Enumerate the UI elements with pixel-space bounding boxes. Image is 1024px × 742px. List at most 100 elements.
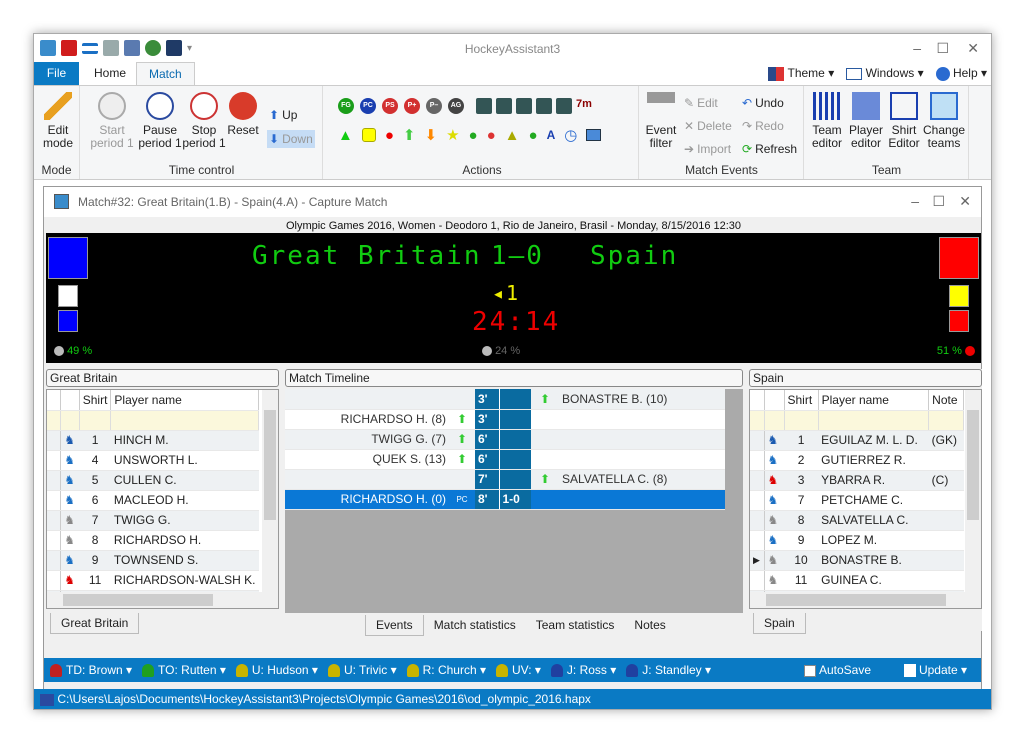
- player-row[interactable]: ♞ 9 LOPEZ M.: [750, 530, 964, 551]
- row-selector[interactable]: [750, 510, 765, 531]
- star-icon[interactable]: ★: [446, 126, 459, 144]
- timeline-row[interactable]: 7' ⬆ SALVATELLA C. (8): [285, 469, 725, 490]
- home-player-grid[interactable]: Shirt Player name ♞ 1 HINCH M. ♞ 4 UNSWORTH L. ♞…: [46, 389, 279, 609]
- help-menu[interactable]: Help ▾: [935, 66, 987, 81]
- player-row[interactable]: ♞ 3 YBARRA R. (C): [750, 470, 964, 491]
- sub-in-icon[interactable]: ⬆: [403, 126, 416, 144]
- pause-period-button[interactable]: Pause period 1: [137, 92, 183, 150]
- row-selector[interactable]: [47, 490, 62, 511]
- child-close-button[interactable]: ✕: [959, 193, 971, 210]
- official-dropdown[interactable]: R: Church ▾: [406, 663, 486, 678]
- action-pc-button[interactable]: PC: [360, 98, 376, 114]
- action-p-button[interactable]: P–: [426, 98, 442, 114]
- field-icon[interactable]: [536, 98, 552, 114]
- timeline-row[interactable]: 3' ⬆ BONASTRE B. (10): [285, 389, 725, 410]
- tab-home-team[interactable]: Great Britain: [50, 613, 140, 634]
- player-row[interactable]: ♞ 11 GUINEA C.: [750, 570, 964, 591]
- minimize-button[interactable]: –: [913, 40, 921, 56]
- seven-m-button[interactable]: 7m: [576, 98, 592, 110]
- row-selector[interactable]: [47, 450, 62, 471]
- autosave-checkbox[interactable]: AutoSave: [804, 658, 871, 682]
- warning-icon[interactable]: ▲: [505, 127, 520, 144]
- edit-mode-button[interactable]: Edit mode: [38, 92, 78, 150]
- official-dropdown[interactable]: TO: Rutten ▾: [142, 663, 226, 678]
- stick-icon[interactable]: [516, 98, 532, 114]
- timeline-row[interactable]: RICHARDSO H. (0) PC 8' 1-0: [285, 489, 725, 510]
- yellow-card-icon[interactable]: [361, 128, 376, 142]
- row-selector[interactable]: [750, 570, 765, 591]
- row-selector[interactable]: [750, 450, 765, 471]
- red-card-icon[interactable]: ●: [385, 127, 394, 144]
- player-row[interactable]: ▶ ♞ 10 BONASTRE B.: [750, 550, 964, 571]
- player-row[interactable]: ♞ 6 MACLEOD H.: [47, 490, 259, 511]
- column-header[interactable]: Shirt: [79, 390, 112, 411]
- theme-menu[interactable]: Theme ▾: [768, 66, 834, 81]
- action-fg-button[interactable]: FG: [338, 98, 354, 114]
- row-selector[interactable]: [47, 510, 62, 531]
- away-horizontal-scrollbar[interactable]: [750, 592, 967, 608]
- row-selector[interactable]: [750, 530, 765, 551]
- action-ag-button[interactable]: AG: [448, 98, 464, 114]
- clock-icon[interactable]: ◷: [564, 126, 577, 144]
- filter-row[interactable]: [750, 410, 964, 431]
- column-header[interactable]: Player name: [818, 390, 930, 411]
- official-dropdown[interactable]: TD: Brown ▾: [50, 663, 132, 678]
- refresh-button[interactable]: ⟳ Refresh: [742, 142, 797, 156]
- official-dropdown[interactable]: UV: ▾: [496, 663, 541, 678]
- official-dropdown[interactable]: J: Ross ▾: [550, 663, 616, 678]
- row-selector[interactable]: [47, 430, 62, 451]
- percent-icon[interactable]: ●: [529, 127, 538, 144]
- shirt-editor-button[interactable]: Shirt Editor: [885, 92, 923, 150]
- windows-menu[interactable]: Windows ▾: [846, 66, 924, 81]
- goal-mark-icon[interactable]: [476, 98, 492, 114]
- tab-notes[interactable]: Notes: [624, 615, 675, 636]
- row-selector[interactable]: [47, 570, 62, 591]
- row-selector[interactable]: [47, 550, 62, 571]
- check-icon[interactable]: ●: [469, 127, 478, 144]
- away-vertical-scrollbar[interactable]: [965, 390, 981, 608]
- official-dropdown[interactable]: U: Hudson ▾: [235, 663, 318, 678]
- action-ps-button[interactable]: PS: [382, 98, 398, 114]
- home-vertical-scrollbar[interactable]: [262, 390, 278, 608]
- home-horizontal-scrollbar[interactable]: [47, 592, 264, 608]
- row-selector[interactable]: [750, 430, 765, 451]
- row-selector[interactable]: ▶: [750, 550, 765, 571]
- tab-events[interactable]: Events: [365, 615, 424, 636]
- player-row[interactable]: ♞ 1 EGUILAZ M. L. D. (GK): [750, 430, 964, 451]
- row-selector[interactable]: [750, 490, 765, 511]
- tab-away-team[interactable]: Spain: [753, 613, 806, 634]
- player-row[interactable]: ♞ 8 SALVATELLA C.: [750, 510, 964, 531]
- error-icon[interactable]: ●: [487, 127, 496, 144]
- undo-button[interactable]: ↶ Undo: [742, 96, 784, 110]
- team-editor-button[interactable]: Team editor: [807, 92, 847, 150]
- tab-home[interactable]: Home: [82, 62, 138, 85]
- player-row[interactable]: ♞ 4 UNSWORTH L.: [47, 450, 259, 471]
- player-row[interactable]: ♞ 2 GUTIERREZ R.: [750, 450, 964, 471]
- timeline-row[interactable]: TWIGG G. (7) ⬆ 6': [285, 429, 725, 450]
- reset-button[interactable]: Reset: [223, 92, 263, 137]
- away-player-grid[interactable]: Shirt Player name Note ♞ 1 EGUILAZ M. L. D. (G…: [749, 389, 982, 609]
- player-row[interactable]: ♞ 9 TOWNSEND S.: [47, 550, 259, 571]
- tab-file[interactable]: File: [34, 62, 79, 85]
- up-button[interactable]: ⬆ Up: [269, 108, 297, 122]
- timeline-row[interactable]: QUEK S. (13) ⬆ 6': [285, 449, 725, 470]
- maximize-button[interactable]: ☐: [936, 40, 949, 57]
- change-teams-button[interactable]: Change teams: [923, 92, 965, 150]
- row-selector[interactable]: [47, 470, 62, 491]
- green-card-icon[interactable]: ▲: [338, 127, 353, 144]
- column-header[interactable]: Shirt: [784, 390, 819, 411]
- timeline-row[interactable]: RICHARDSO H. (8) ⬆ 3': [285, 409, 725, 430]
- player-row[interactable]: ♞ 5 CULLEN C.: [47, 470, 259, 491]
- row-selector[interactable]: [47, 530, 62, 551]
- stop-period-button[interactable]: Stop period 1: [181, 92, 227, 150]
- player-row[interactable]: ♞ 11 RICHARDSON-WALSH K.: [47, 570, 259, 591]
- area-icon[interactable]: [496, 98, 512, 114]
- tab-team-statistics[interactable]: Team statistics: [526, 615, 625, 636]
- delete-event-button[interactable]: ✕ Delete: [684, 119, 732, 133]
- player-row[interactable]: ♞ 7 TWIGG G.: [47, 510, 259, 531]
- start-period-button[interactable]: Start period 1: [89, 92, 135, 150]
- column-header[interactable]: Player name: [110, 390, 259, 411]
- text-annotation-icon[interactable]: A: [547, 128, 556, 142]
- child-minimize-button[interactable]: –: [911, 193, 919, 209]
- child-maximize-button[interactable]: ☐: [932, 193, 945, 210]
